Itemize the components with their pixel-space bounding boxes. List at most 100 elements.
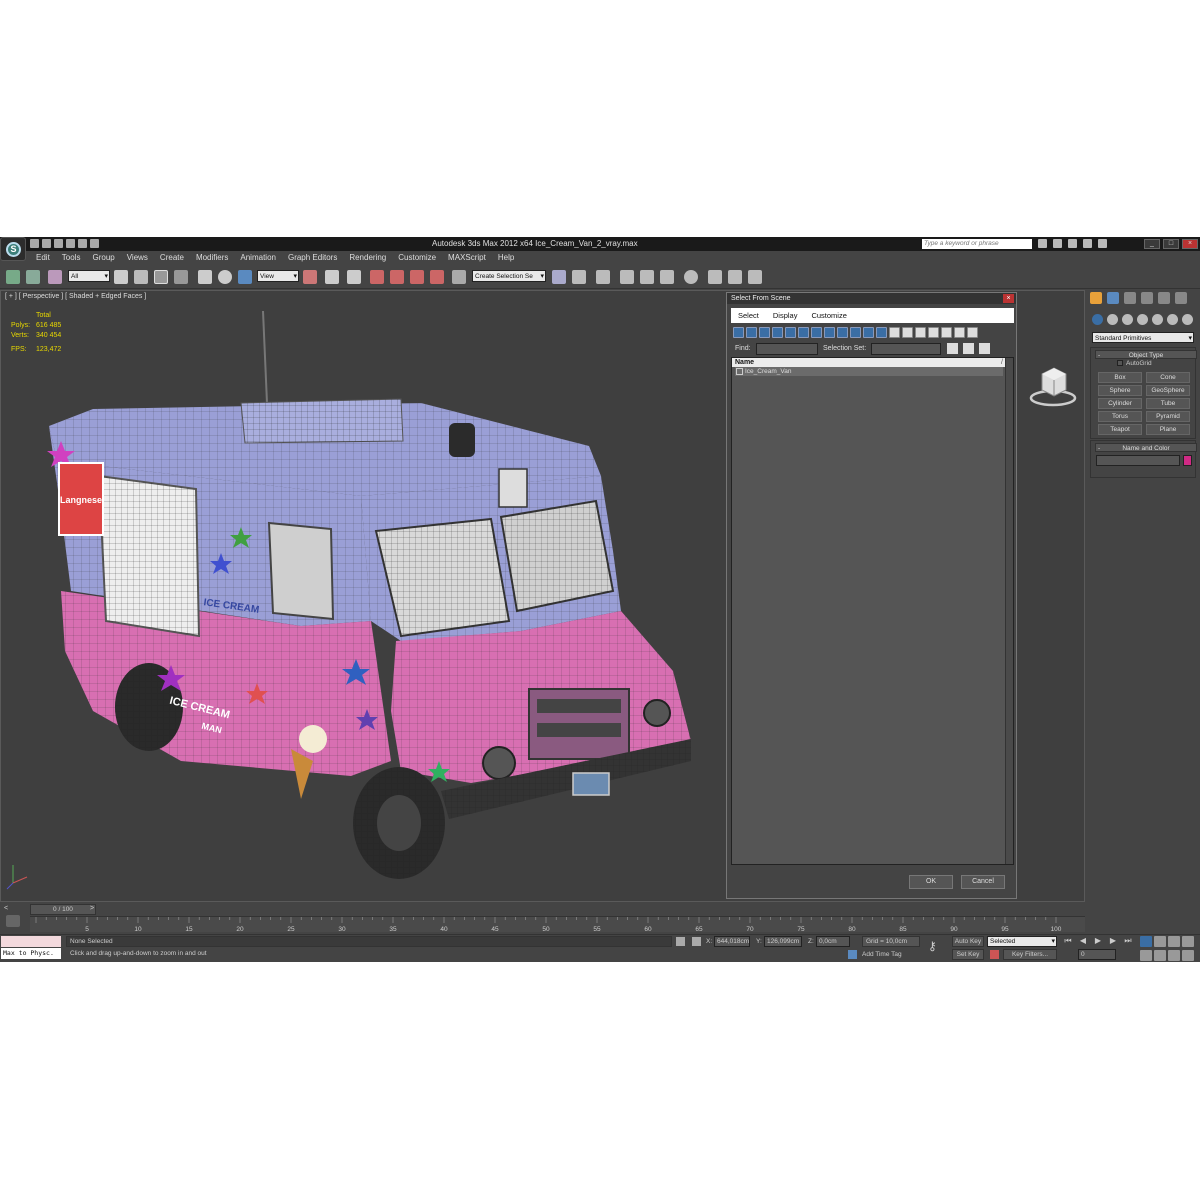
- select-invert-icon[interactable]: [915, 327, 926, 338]
- cancel-button[interactable]: Cancel: [961, 875, 1005, 889]
- object-type-header[interactable]: Object Type: [1095, 350, 1197, 360]
- y-coordinate-field[interactable]: 126,099cm: [764, 936, 802, 947]
- selection-set-edit-icon[interactable]: [947, 343, 958, 354]
- time-slider-next-icon[interactable]: >: [90, 905, 94, 912]
- communication-icon[interactable]: [1068, 239, 1077, 248]
- save-file-icon[interactable]: [54, 239, 63, 248]
- tab-motion-icon[interactable]: [1141, 292, 1153, 304]
- menu-maxscript[interactable]: MAXScript: [442, 252, 492, 264]
- next-frame-icon[interactable]: ▶: [1107, 936, 1119, 946]
- curve-editor-icon[interactable]: [640, 270, 654, 284]
- list-scrollbar[interactable]: [1005, 358, 1013, 864]
- maxscript-output[interactable]: [1, 936, 61, 947]
- field-of-view-icon[interactable]: [1140, 950, 1152, 961]
- key-icon[interactable]: ⚷: [928, 939, 937, 953]
- filter-xrefs-icon[interactable]: [824, 327, 835, 338]
- tab-modify-icon[interactable]: [1107, 292, 1119, 304]
- geosphere-button[interactable]: GeoSphere: [1146, 385, 1190, 396]
- viewcube-icon[interactable]: [1026, 364, 1080, 408]
- rotate-icon[interactable]: [218, 270, 232, 284]
- shapes-icon[interactable]: [1107, 314, 1118, 325]
- menu-rendering[interactable]: Rendering: [343, 252, 392, 264]
- teapot-button[interactable]: Teapot: [1098, 424, 1142, 435]
- plane-button[interactable]: Plane: [1146, 424, 1190, 435]
- help-icon[interactable]: [1098, 239, 1107, 248]
- menu-graph-editors[interactable]: Graph Editors: [282, 252, 343, 264]
- layer-manager-icon[interactable]: [596, 270, 610, 284]
- lock-selection-icon[interactable]: [676, 937, 685, 946]
- tube-button[interactable]: Tube: [1146, 398, 1190, 409]
- find-input[interactable]: [756, 343, 818, 355]
- select-all-icon[interactable]: [889, 327, 900, 338]
- set-key-button[interactable]: Set Key: [952, 949, 984, 960]
- track-bar[interactable]: 5 10 15 20 25 30 35 40 45 50 55 60 65 70 75 80 85 90 95 100: [30, 916, 1085, 932]
- previous-frame-icon[interactable]: ◀: [1077, 936, 1089, 946]
- select-object-icon[interactable]: [114, 270, 128, 284]
- filter-funnel-icon[interactable]: [954, 327, 965, 338]
- sphere-button[interactable]: Sphere: [1098, 385, 1142, 396]
- zoom-all-icon[interactable]: [1154, 936, 1166, 947]
- auto-key-button[interactable]: Auto Key: [952, 936, 984, 947]
- go-to-end-icon[interactable]: ⏭: [1122, 936, 1134, 946]
- graphite-ribbon-icon[interactable]: [620, 270, 634, 284]
- snaps-toggle-icon[interactable]: [370, 270, 384, 284]
- filter-helpers-icon[interactable]: [785, 327, 796, 338]
- filter-groups-icon[interactable]: [811, 327, 822, 338]
- tab-display-icon[interactable]: [1158, 292, 1170, 304]
- key-mode-dropdown[interactable]: Selected: [987, 936, 1057, 947]
- selection-set-add-icon[interactable]: [963, 343, 974, 354]
- selection-set-remove-icon[interactable]: [979, 343, 990, 354]
- selection-set-dropdown[interactable]: [871, 343, 941, 355]
- filter-spacewarps-icon[interactable]: [798, 327, 809, 338]
- select-manipulate-icon[interactable]: [325, 270, 339, 284]
- unlink-icon[interactable]: [26, 270, 40, 284]
- menu-modifiers[interactable]: Modifiers: [190, 252, 234, 264]
- time-tag-icon[interactable]: [848, 950, 857, 959]
- rendered-frame-window-icon[interactable]: [728, 270, 742, 284]
- list-item[interactable]: Ice_Cream_Van: [735, 367, 1003, 376]
- object-color-swatch[interactable]: [1183, 455, 1192, 466]
- bind-space-warp-icon[interactable]: [48, 270, 62, 284]
- primitive-category-dropdown[interactable]: Standard Primitives: [1092, 332, 1194, 344]
- selection-filter-dropdown[interactable]: All: [68, 270, 110, 283]
- mirror-icon[interactable]: [552, 270, 566, 284]
- material-editor-icon[interactable]: [684, 270, 698, 284]
- time-slider[interactable]: 0 / 100: [30, 904, 96, 915]
- open-file-icon[interactable]: [42, 239, 51, 248]
- key-filters-button[interactable]: Key Filters...: [1003, 949, 1057, 960]
- current-frame-field[interactable]: 0: [1078, 949, 1116, 960]
- time-slider-prev-icon[interactable]: <: [4, 905, 8, 912]
- tab-create-icon[interactable]: [1090, 292, 1102, 304]
- z-coordinate-field[interactable]: 0,0cm: [816, 936, 850, 947]
- dialog-menu-display[interactable]: Display: [766, 308, 805, 323]
- filter-shapes-icon[interactable]: [746, 327, 757, 338]
- lights-icon[interactable]: [1122, 314, 1133, 325]
- geometry-icon[interactable]: [1092, 314, 1103, 325]
- absolute-mode-icon[interactable]: [692, 937, 701, 946]
- menu-animation[interactable]: Animation: [234, 252, 282, 264]
- favorites-icon[interactable]: [1083, 239, 1092, 248]
- angle-snap-icon[interactable]: [390, 270, 404, 284]
- object-name-field[interactable]: [1096, 455, 1180, 466]
- filter-hidden-icon[interactable]: [876, 327, 887, 338]
- cone-button[interactable]: Cone: [1146, 372, 1190, 383]
- render-setup-icon[interactable]: [708, 270, 722, 284]
- menu-tools[interactable]: Tools: [56, 252, 87, 264]
- new-file-icon[interactable]: [30, 239, 39, 248]
- systems-icon[interactable]: [1182, 314, 1193, 325]
- helpers-icon[interactable]: [1152, 314, 1163, 325]
- menu-create[interactable]: Create: [154, 252, 190, 264]
- dialog-title-bar[interactable]: Select From Scene ×: [727, 293, 1016, 304]
- add-time-tag-button[interactable]: Add Time Tag: [862, 951, 902, 958]
- keyboard-shortcut-icon[interactable]: [347, 270, 361, 284]
- scale-icon[interactable]: [238, 270, 252, 284]
- zoom-icon[interactable]: [1140, 936, 1152, 947]
- redo-icon[interactable]: [78, 239, 87, 248]
- pyramid-button[interactable]: Pyramid: [1146, 411, 1190, 422]
- mini-curve-editor-icon[interactable]: [6, 915, 20, 927]
- menu-edit[interactable]: Edit: [30, 252, 56, 264]
- torus-button[interactable]: Torus: [1098, 411, 1142, 422]
- dialog-menu-select[interactable]: Select: [731, 308, 766, 323]
- name-and-color-header[interactable]: Name and Color: [1095, 443, 1197, 453]
- box-button[interactable]: Box: [1098, 372, 1142, 383]
